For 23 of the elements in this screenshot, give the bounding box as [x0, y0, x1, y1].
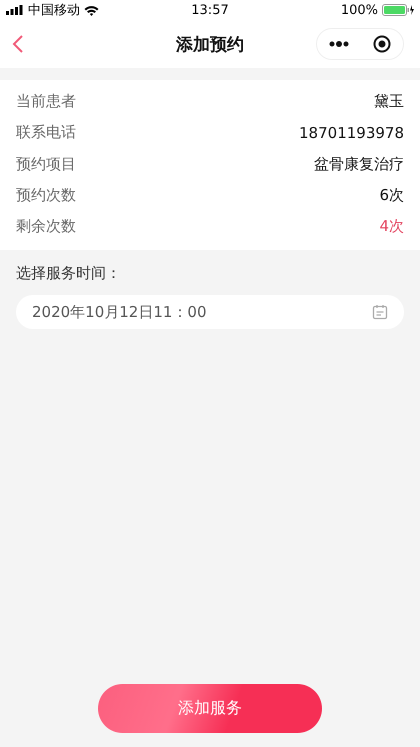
info-label: 预约次数	[16, 186, 76, 206]
info-value: 18701193978	[299, 124, 404, 142]
calendar-icon	[372, 304, 388, 320]
signal-icon	[6, 5, 24, 15]
clock-time: 13:57	[191, 2, 229, 18]
date-time-field[interactable]: 2020年10月12日11：00	[16, 295, 404, 330]
battery-icon	[382, 4, 414, 16]
info-label: 预约项目	[16, 154, 76, 174]
carrier-name: 中国移动	[28, 2, 80, 19]
info-label: 当前患者	[16, 92, 76, 112]
more-icon[interactable]	[329, 41, 349, 47]
info-value: 黛玉	[374, 92, 404, 112]
info-value: 4次	[379, 217, 404, 236]
info-label: 联系电话	[16, 123, 76, 142]
info-label: 剩余次数	[16, 217, 76, 236]
page-title: 添加预约	[176, 34, 244, 56]
back-icon[interactable]	[12, 35, 24, 53]
wifi-icon	[84, 4, 99, 16]
info-value: 6次	[379, 186, 404, 206]
add-service-button[interactable]: 添加服务	[98, 684, 322, 733]
info-value: 盆骨康复治疗	[314, 154, 404, 174]
section-label: 选择服务时间：	[16, 264, 122, 284]
battery-percent: 100%	[340, 2, 378, 18]
